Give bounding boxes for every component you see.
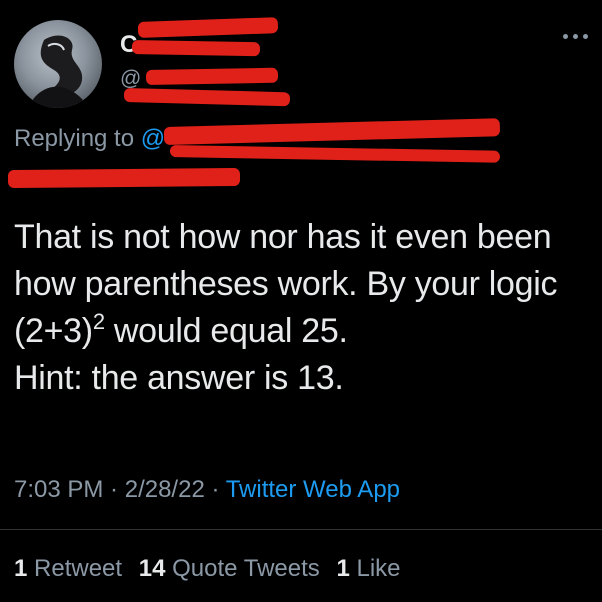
tweet-exponent: 2 — [92, 309, 105, 334]
replying-to: Replying to @ — [14, 125, 165, 153]
likes-count: 1 — [336, 555, 350, 582]
engagement-stats: 1 Retweet 14 Quote Tweets 1 Like — [14, 555, 411, 583]
redaction-mark-mention-3 — [7, 167, 241, 188]
quote-tweets-count: 14 — [138, 555, 166, 582]
retweets-stat[interactable]: 1 Retweet — [14, 555, 122, 582]
more-dot — [573, 33, 578, 39]
tweet-date[interactable]: 2/28/22 — [125, 476, 205, 503]
meta-separator: · — [103, 476, 125, 503]
tweet-line-tail: would equal 25. — [104, 312, 348, 350]
redaction-mark-mention — [163, 118, 501, 145]
retweets-count: 1 — [14, 555, 28, 582]
reply-mention[interactable]: @ — [141, 125, 165, 152]
redaction-mark-handle — [145, 67, 279, 85]
redaction-mark-handle-2 — [123, 88, 291, 107]
avatar-image — [28, 35, 88, 108]
quote-tweets-label: Quote Tweets — [172, 555, 320, 582]
meta-separator: · — [204, 476, 226, 503]
tweet-source-link[interactable]: Twitter Web App — [226, 476, 400, 503]
redaction-mark-name-2 — [131, 40, 261, 57]
tweet-line: (2+3)2 would equal 25. — [14, 308, 594, 355]
redaction-mark-name — [137, 17, 279, 38]
quote-tweets-stat[interactable]: 14 Quote Tweets — [139, 555, 320, 582]
tweet-text: That is not how nor has it even been how… — [14, 214, 594, 402]
likes-stat[interactable]: 1 Like — [336, 555, 400, 582]
avatar[interactable] — [14, 20, 102, 108]
redaction-mark-mention-2 — [169, 145, 501, 163]
tweet-expression: (2+3) — [14, 312, 93, 350]
more-dot — [563, 33, 568, 39]
tweet-time[interactable]: 7:03 PM — [14, 476, 103, 503]
tweet-line: how parentheses work. By your logic — [14, 265, 558, 303]
tweet-line: Hint: the answer is 13. — [14, 359, 344, 397]
divider — [0, 529, 602, 530]
more-dot — [583, 33, 588, 39]
likes-label: Like — [356, 555, 401, 582]
tweet-meta: 7:03 PM · 2/28/22 · Twitter Web App — [14, 476, 400, 504]
retweets-label: Retweet — [34, 555, 123, 582]
tweet-line: That is not how nor has it even been — [14, 218, 552, 256]
more-options-icon[interactable] — [563, 30, 597, 42]
replying-prefix: Replying to — [14, 125, 135, 152]
